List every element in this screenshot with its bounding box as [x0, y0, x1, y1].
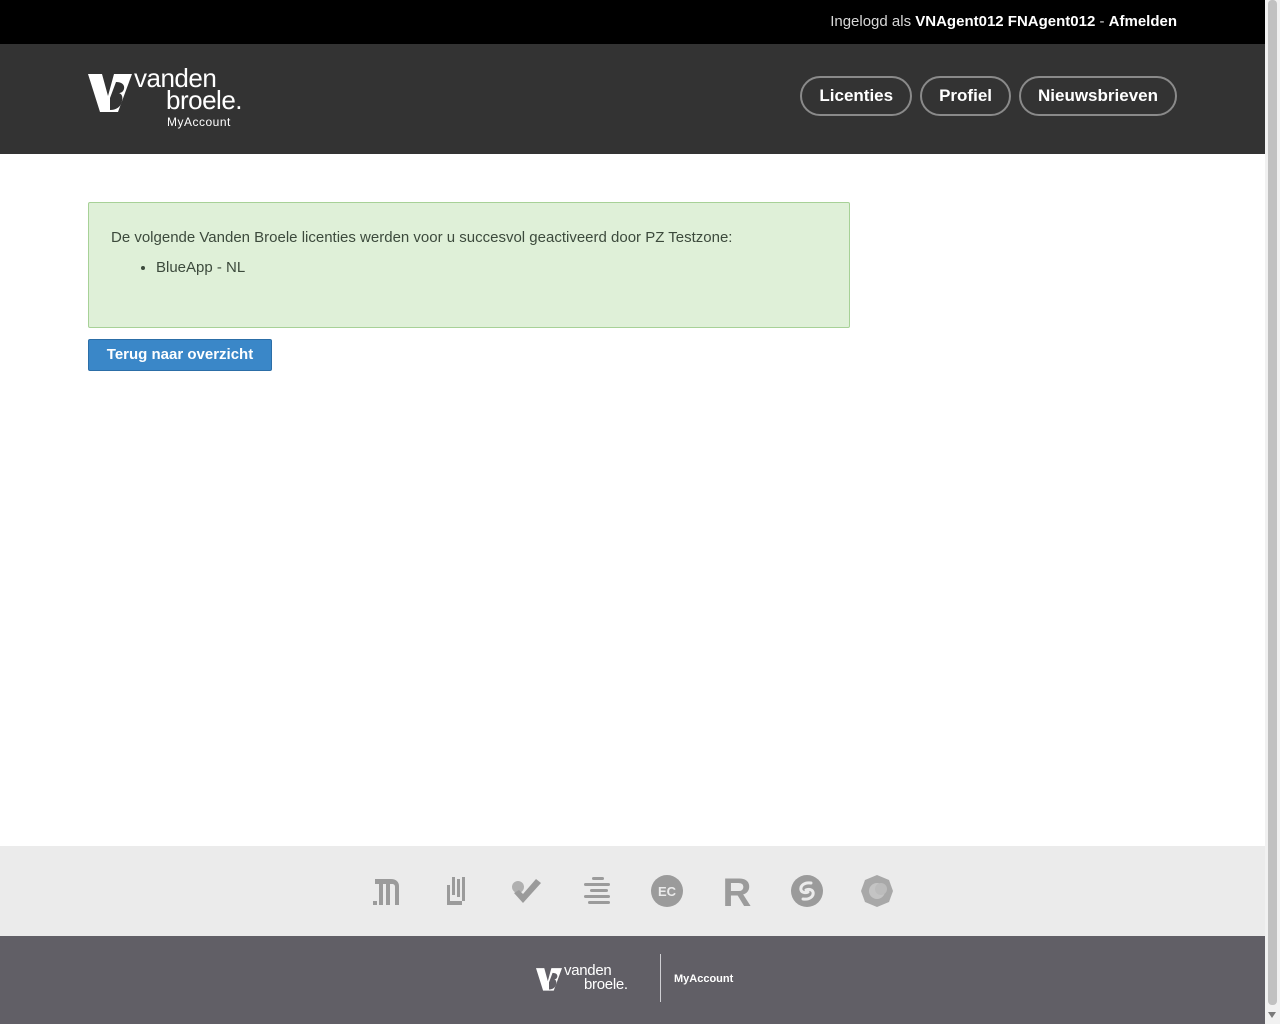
page: Ingelogd als VNAgent012 FNAgent012 - Afm…	[0, 0, 1265, 1024]
brand-name: vanden broele.	[134, 65, 243, 113]
main-nav: Licenties Profiel Nieuwsbrieven	[800, 76, 1177, 116]
ec-logo-text: EC	[658, 884, 677, 899]
swirl-logo-icon[interactable]	[789, 873, 825, 909]
vb-footer-logo-icon	[536, 968, 562, 991]
brand-subtitle: MyAccount	[167, 115, 231, 129]
user-bar: Ingelogd als VNAgent012 FNAgent012 - Afm…	[0, 0, 1265, 44]
footer: vanden broele. MyAccount	[0, 936, 1265, 1024]
columns-logo-icon[interactable]	[369, 873, 405, 909]
alert-message: De volgende Vanden Broele licenties werd…	[111, 229, 733, 246]
user-info: Ingelogd als VNAgent012 FNAgent012 - Afm…	[830, 13, 1177, 30]
check-logo-icon[interactable]	[509, 873, 545, 909]
footer-brand-logo[interactable]: vanden broele.	[536, 963, 646, 1000]
footer-divider	[660, 954, 661, 1002]
vertical-scrollbar[interactable]	[1265, 0, 1280, 1024]
brand-logo[interactable]: vanden broele. MyAccount	[88, 65, 268, 130]
vb-logo-icon	[88, 74, 132, 112]
nav-nieuwsbrieven[interactable]: Nieuwsbrieven	[1019, 76, 1177, 116]
scroll-down-arrow-icon[interactable]	[1268, 1012, 1276, 1018]
username: VNAgent012 FNAgent012	[915, 13, 1096, 30]
separator: -	[1099, 13, 1105, 30]
hand-logo-icon[interactable]	[439, 873, 475, 909]
footer-brand-name: vanden broele.	[564, 963, 628, 993]
nav-profiel[interactable]: Profiel	[920, 76, 1011, 116]
lines-logo-icon[interactable]	[579, 873, 615, 909]
back-to-overview-button[interactable]: Terug naar overzicht	[88, 339, 272, 371]
r-logo-icon[interactable]: R	[719, 873, 755, 909]
nav-licenties[interactable]: Licenties	[800, 76, 913, 116]
r-logo-text: R	[723, 873, 752, 909]
logout-link[interactable]: Afmelden	[1109, 13, 1177, 30]
footer-subtitle: MyAccount	[674, 973, 734, 985]
product-logos-band: EC R	[0, 846, 1265, 936]
license-item: BlueApp - NL	[156, 258, 245, 278]
scrollbar-thumb[interactable]	[1268, 0, 1277, 1005]
ec-logo-icon[interactable]: EC	[649, 873, 685, 909]
footer-brand-line2: broele.	[584, 976, 628, 993]
product-logos: EC R	[369, 873, 895, 909]
success-alert: De volgende Vanden Broele licenties werd…	[88, 202, 850, 328]
gear-logo-icon[interactable]	[859, 873, 895, 909]
logged-in-label: Ingelogd als	[830, 13, 912, 30]
license-list: BlueApp - NL	[111, 258, 245, 278]
header: vanden broele. MyAccount Licenties Profi…	[0, 44, 1265, 154]
